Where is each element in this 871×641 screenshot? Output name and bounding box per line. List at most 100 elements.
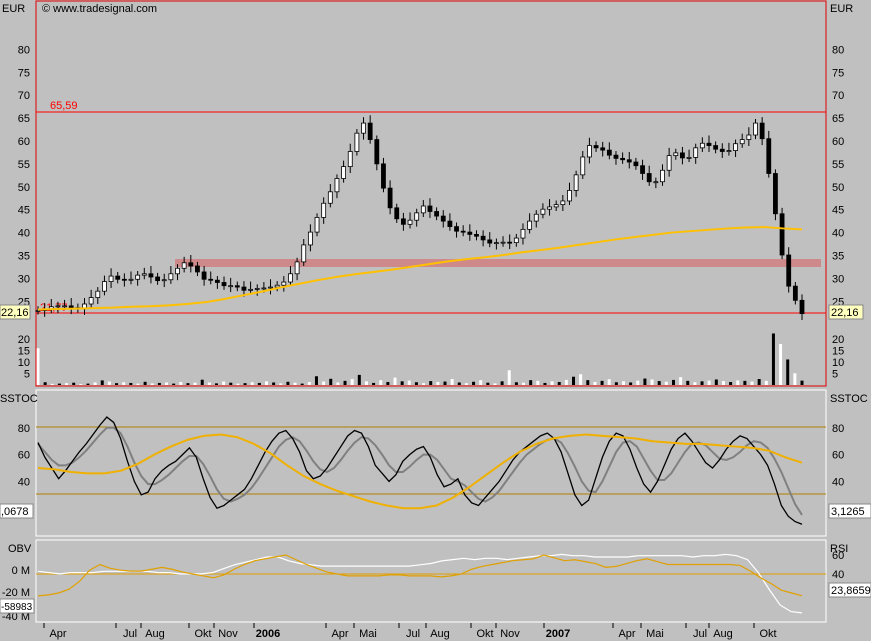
volume-bar bbox=[543, 382, 547, 385]
volume-bar bbox=[422, 383, 426, 385]
candle bbox=[208, 278, 214, 281]
candle bbox=[706, 142, 712, 146]
x-axis-label: Apr bbox=[331, 628, 348, 640]
stoch-tick-left: 80 bbox=[18, 423, 30, 435]
x-axis-label: Nov bbox=[218, 628, 238, 640]
candle bbox=[766, 138, 772, 174]
volume-bar bbox=[179, 382, 183, 385]
obv-tick: 0 M bbox=[12, 565, 30, 577]
candle bbox=[175, 267, 180, 275]
candle bbox=[427, 205, 433, 212]
candle bbox=[214, 279, 220, 283]
x-axis-label: 2007 bbox=[546, 628, 570, 640]
candle bbox=[248, 288, 253, 291]
volume-bar bbox=[400, 381, 404, 385]
x-axis-label: Okt bbox=[759, 628, 776, 640]
volume-bar bbox=[357, 374, 361, 385]
candle bbox=[420, 205, 426, 214]
x-axis-label: Jul bbox=[123, 628, 137, 640]
volume-bar bbox=[314, 376, 318, 385]
volume-bar bbox=[386, 382, 390, 385]
volume-bar bbox=[657, 381, 661, 385]
candle bbox=[467, 231, 473, 235]
candle bbox=[613, 154, 619, 159]
price-tick-right: 30 bbox=[832, 273, 844, 285]
volume-bar bbox=[600, 380, 604, 385]
volume-bar bbox=[300, 383, 304, 385]
candle bbox=[454, 226, 459, 232]
candle bbox=[686, 157, 692, 159]
x-axis-label: Jul bbox=[693, 628, 707, 640]
candle bbox=[161, 279, 167, 282]
volume-bar bbox=[550, 381, 554, 385]
candle bbox=[68, 305, 74, 309]
candle bbox=[474, 233, 479, 237]
candle bbox=[374, 139, 380, 165]
volume-tick-right: 20 bbox=[832, 334, 844, 346]
volume-bar bbox=[243, 383, 247, 385]
stoch-tick-right: 80 bbox=[832, 423, 844, 435]
candle bbox=[693, 147, 699, 158]
volume-bar bbox=[693, 382, 697, 385]
price-tick-left: 55 bbox=[18, 159, 30, 171]
volume-bar bbox=[193, 382, 197, 385]
candle bbox=[460, 230, 466, 233]
price-unit-left: EUR bbox=[2, 3, 25, 15]
candle bbox=[739, 139, 745, 145]
candle bbox=[733, 143, 738, 151]
volume-bar bbox=[407, 380, 411, 385]
volume-bar bbox=[493, 383, 497, 385]
candle bbox=[719, 148, 725, 152]
volume-bar bbox=[172, 383, 176, 385]
volume-bar bbox=[107, 381, 111, 385]
candle bbox=[400, 218, 406, 225]
candle bbox=[234, 285, 240, 288]
x-axis-label: Aug bbox=[713, 628, 733, 640]
candle bbox=[653, 181, 659, 184]
candle bbox=[195, 265, 200, 273]
candle bbox=[573, 174, 579, 191]
candle bbox=[254, 288, 260, 290]
volume-tick-right: 10 bbox=[832, 357, 844, 369]
candle bbox=[201, 271, 207, 280]
volume-bar bbox=[429, 381, 433, 385]
volume-bar bbox=[79, 384, 83, 385]
technical-analysis-chart: © www.tradesignal.com EUR EUR SSTOC SSTO… bbox=[0, 0, 871, 641]
candle bbox=[361, 122, 366, 134]
price-tick-right: 45 bbox=[832, 205, 844, 217]
price-tick-left: 35 bbox=[18, 250, 30, 262]
candle bbox=[713, 145, 719, 150]
volume-bar bbox=[364, 381, 368, 385]
x-axis-label: Aug bbox=[430, 628, 450, 640]
candle bbox=[480, 235, 486, 241]
candle bbox=[387, 187, 393, 209]
candle bbox=[334, 178, 340, 193]
volume-bar bbox=[414, 382, 418, 385]
candle bbox=[434, 211, 440, 217]
volume-bar bbox=[721, 381, 725, 385]
volume-bar bbox=[279, 383, 283, 385]
volume-tick-left: 5 bbox=[24, 369, 30, 381]
candle bbox=[281, 281, 287, 286]
support-zone-band bbox=[175, 259, 821, 267]
candle bbox=[108, 275, 114, 282]
volume-bar bbox=[43, 382, 47, 385]
candle bbox=[414, 212, 420, 221]
volume-bar bbox=[650, 379, 654, 385]
price-tick-right: 35 bbox=[832, 250, 844, 262]
x-axis-label: Jul bbox=[406, 628, 420, 640]
stoch-tick-left: 60 bbox=[18, 450, 30, 462]
volume-bar bbox=[614, 382, 618, 385]
candle bbox=[792, 285, 798, 301]
candle bbox=[327, 191, 333, 204]
price-tick-left: 45 bbox=[18, 205, 30, 217]
candle bbox=[726, 150, 732, 152]
volume-bar bbox=[250, 382, 254, 385]
candle bbox=[35, 310, 41, 312]
resistance-label: 65,59 bbox=[50, 100, 78, 112]
candle bbox=[520, 228, 526, 239]
volume-bar bbox=[700, 381, 704, 385]
candle bbox=[181, 262, 187, 269]
volume-bar bbox=[57, 383, 61, 385]
volume-bar bbox=[393, 377, 397, 385]
